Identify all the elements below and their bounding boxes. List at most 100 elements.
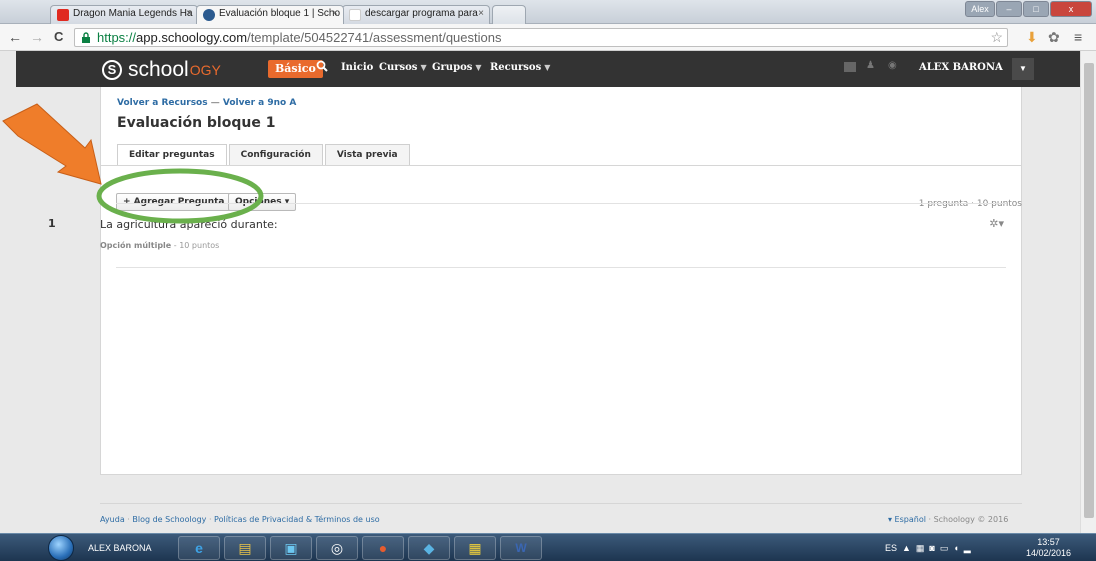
language-selector[interactable]: ▾ Español bbox=[888, 515, 926, 524]
people-icon[interactable]: ♟ bbox=[866, 60, 878, 71]
menu-icon[interactable]: ≡ bbox=[1074, 28, 1082, 46]
close-tab-icon[interactable]: × bbox=[186, 8, 192, 19]
start-button-icon[interactable] bbox=[48, 535, 74, 561]
minimize-icon[interactable]: – bbox=[996, 1, 1022, 17]
schoology-header: S school OGY Básico Inicio Cursos ▼ Grupos… bbox=[16, 51, 1080, 87]
back-icon[interactable]: ← bbox=[8, 29, 22, 45]
footer-link-help[interactable]: Ayuda bbox=[100, 515, 125, 524]
user-name[interactable]: ALEX BARONA bbox=[919, 62, 1003, 73]
forward-icon[interactable]: → bbox=[30, 29, 44, 45]
footer-right: ▾ Español · Schoology © 2016 bbox=[888, 515, 1008, 524]
url-path: /template/504522741/assessment/questions bbox=[247, 30, 502, 45]
app-circle-icon[interactable]: ◎ bbox=[316, 536, 358, 560]
url-field[interactable]: https://app.schoology.com/template/50452… bbox=[74, 28, 1008, 47]
nav-label: Inicio bbox=[341, 62, 374, 73]
tab-preview[interactable]: Vista previa bbox=[324, 144, 410, 165]
extension-icon[interactable]: ✿ bbox=[1048, 28, 1060, 46]
page-tabs: Editar preguntas Configuración Vista pre… bbox=[117, 144, 412, 166]
system-tray: ES ▲ ▦ ◙ ▭ ◖ ▂ bbox=[885, 543, 971, 553]
divider bbox=[116, 267, 1006, 268]
divider bbox=[116, 203, 1006, 204]
nav-grupos[interactable]: Grupos ▼ bbox=[432, 62, 482, 73]
new-tab-button[interactable] bbox=[492, 5, 526, 24]
url-host: app.schoology.com bbox=[136, 30, 248, 45]
copyright: · Schoology © 2016 bbox=[925, 515, 1009, 524]
notifications-icon[interactable]: ◉ bbox=[888, 60, 900, 71]
clock-time: 13:57 bbox=[1037, 537, 1060, 547]
points-summary: 1 pregunta · 10 puntos bbox=[918, 199, 1022, 209]
browser-tab-evaluacion[interactable]: Evaluación bloque 1 | Scho × bbox=[196, 5, 344, 24]
close-tab-icon[interactable]: × bbox=[332, 8, 338, 19]
nav-label: Recursos bbox=[490, 62, 542, 73]
youtube-icon bbox=[57, 9, 69, 21]
plan-badge[interactable]: Básico bbox=[268, 60, 323, 78]
chrome-icon[interactable]: ● bbox=[362, 536, 404, 560]
nav-cursos[interactable]: Cursos ▼ bbox=[379, 62, 427, 73]
gear-icon[interactable]: ✲▾ bbox=[989, 217, 1004, 230]
close-window-icon[interactable]: x bbox=[1050, 1, 1092, 17]
tab-edit-questions[interactable]: Editar preguntas bbox=[117, 144, 227, 166]
nav-label: Grupos bbox=[432, 62, 473, 73]
breadcrumb-back-resources[interactable]: Volver a Recursos bbox=[117, 98, 208, 108]
internet-explorer-icon[interactable]: e bbox=[178, 536, 220, 560]
footer-link-blog[interactable]: Blog de Schoology bbox=[132, 515, 206, 524]
close-tab-icon[interactable]: × bbox=[478, 8, 484, 19]
question-points: - 10 puntos bbox=[171, 241, 220, 250]
chevron-down-icon: ▼ bbox=[544, 62, 551, 72]
tabs-divider bbox=[101, 165, 1021, 166]
scrollbar-thumb[interactable] bbox=[1084, 63, 1094, 518]
reload-icon[interactable]: C bbox=[54, 29, 63, 45]
input-language[interactable]: ES bbox=[885, 543, 897, 553]
nav-recursos[interactable]: Recursos ▼ bbox=[490, 62, 550, 73]
lock-icon bbox=[82, 32, 90, 43]
breadcrumb-back-course[interactable]: Volver a 9no A bbox=[223, 98, 296, 108]
question-number: 1 bbox=[48, 217, 56, 230]
clock-date: 14/02/2016 bbox=[1026, 548, 1072, 558]
app-grid-icon[interactable]: ▦ bbox=[454, 536, 496, 560]
question-text[interactable]: La agricultura apareció durante: bbox=[100, 218, 278, 231]
footer-link-privacy[interactable]: Políticas de Privacidad & Términos de us… bbox=[214, 515, 380, 524]
tab-title: Dragon Mania Legends Ha bbox=[73, 8, 193, 19]
browser-tab-strip: Dragon Mania Legends Ha × Evaluación blo… bbox=[0, 0, 1096, 24]
kodi-icon[interactable]: ◆ bbox=[408, 536, 450, 560]
page-title: Evaluación bloque 1 bbox=[117, 115, 276, 131]
footer-links: Ayuda · Blog de Schoology · Políticas de… bbox=[100, 515, 380, 524]
user-badge[interactable]: Alex bbox=[965, 1, 995, 17]
taskbar-user: ALEX BARONA bbox=[88, 543, 152, 553]
logo-mark: S bbox=[102, 60, 122, 80]
windows-taskbar: ALEX BARONA e ▤ ▣ ◎ ● ◆ ▦ W ES ▲ ▦ ◙ ▭ ◖… bbox=[0, 533, 1096, 561]
nav-label: Cursos bbox=[379, 62, 418, 73]
browser-tab-google[interactable]: descargar programa para × bbox=[342, 5, 490, 24]
breadcrumb: Volver a Recursos — Volver a 9no A bbox=[117, 98, 296, 108]
breadcrumb-separator: — bbox=[210, 98, 220, 108]
bookmark-star-icon[interactable]: ☆ bbox=[990, 29, 1003, 46]
add-question-button[interactable]: + Agregar Pregunta bbox=[116, 193, 232, 211]
chevron-down-icon: ▼ bbox=[475, 62, 482, 72]
content-panel: Volver a Recursos — Volver a 9no A Evalu… bbox=[100, 87, 1022, 475]
schoology-logo[interactable]: S school OGY bbox=[102, 58, 221, 82]
media-player-icon[interactable]: ▣ bbox=[270, 536, 312, 560]
logo-text: school bbox=[128, 58, 189, 81]
tab-title: descargar programa para bbox=[365, 8, 478, 19]
page-viewport: S school OGY Básico Inicio Cursos ▼ Grupos… bbox=[0, 51, 1096, 533]
maximize-icon[interactable]: □ bbox=[1023, 1, 1049, 17]
file-explorer-icon[interactable]: ▤ bbox=[224, 536, 266, 560]
chevron-down-icon: ▼ bbox=[420, 62, 427, 72]
scrollbar[interactable] bbox=[1080, 51, 1096, 533]
question-type: Opción múltiple bbox=[100, 241, 172, 250]
word-icon[interactable]: W bbox=[500, 536, 542, 560]
user-menu-chevron-icon[interactable]: ▼ bbox=[1012, 58, 1034, 80]
url-scheme: https:// bbox=[97, 30, 137, 45]
search-icon[interactable] bbox=[316, 60, 328, 75]
download-icon[interactable]: ⬇ bbox=[1026, 28, 1038, 46]
address-bar-row: ← → C https://app.schoology.com/template… bbox=[0, 24, 1096, 51]
window-controls: Alex – □ x bbox=[965, 1, 1092, 17]
messages-icon[interactable] bbox=[844, 62, 856, 72]
schoology-favicon-icon bbox=[203, 9, 215, 21]
logo-accent: OGY bbox=[189, 62, 221, 78]
tab-settings[interactable]: Configuración bbox=[228, 144, 323, 165]
nav-inicio[interactable]: Inicio bbox=[341, 62, 373, 73]
options-button[interactable]: Opciones ▾ bbox=[228, 193, 297, 211]
clock[interactable]: 13:57 14/02/2016 bbox=[1026, 537, 1071, 559]
browser-tab-dragon-mania[interactable]: Dragon Mania Legends Ha × bbox=[50, 5, 198, 24]
